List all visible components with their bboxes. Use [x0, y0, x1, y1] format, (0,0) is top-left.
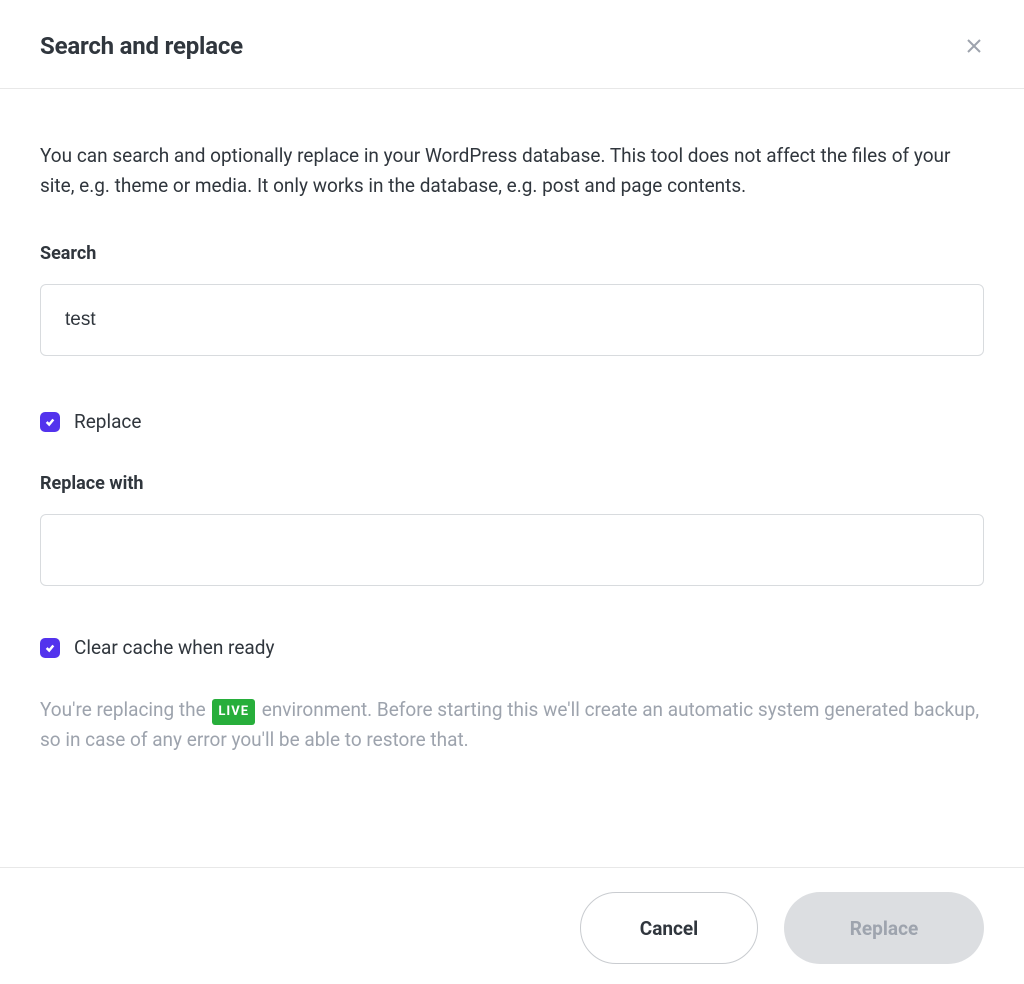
cancel-button[interactable]: Cancel	[580, 892, 758, 964]
replace-checkbox-label: Replace	[74, 410, 141, 433]
replace-with-input[interactable]	[40, 514, 984, 586]
environment-note: You're replacing the LIVE environment. B…	[40, 695, 984, 756]
live-badge: LIVE	[212, 699, 255, 725]
dialog-header: Search and replace	[0, 0, 1024, 89]
dialog-body: You can search and optionally replace in…	[0, 89, 1024, 786]
replace-checkbox-row: Replace	[40, 410, 984, 433]
clear-cache-checkbox[interactable]	[40, 638, 60, 658]
replace-checkbox[interactable]	[40, 412, 60, 432]
clear-cache-checkbox-row: Clear cache when ready	[40, 636, 984, 659]
replace-button[interactable]: Replace	[784, 892, 984, 964]
replace-button-label: Replace	[850, 917, 918, 940]
dialog-title: Search and replace	[40, 32, 243, 60]
note-prefix: You're replacing the	[40, 698, 210, 721]
close-icon[interactable]	[964, 36, 984, 56]
cancel-button-label: Cancel	[640, 917, 698, 940]
description-text: You can search and optionally replace in…	[40, 141, 984, 201]
search-input[interactable]	[40, 284, 984, 356]
dialog-footer: Cancel Replace	[0, 867, 1024, 984]
replace-with-label: Replace with	[40, 473, 984, 494]
search-label: Search	[40, 243, 984, 264]
clear-cache-checkbox-label: Clear cache when ready	[74, 636, 274, 659]
